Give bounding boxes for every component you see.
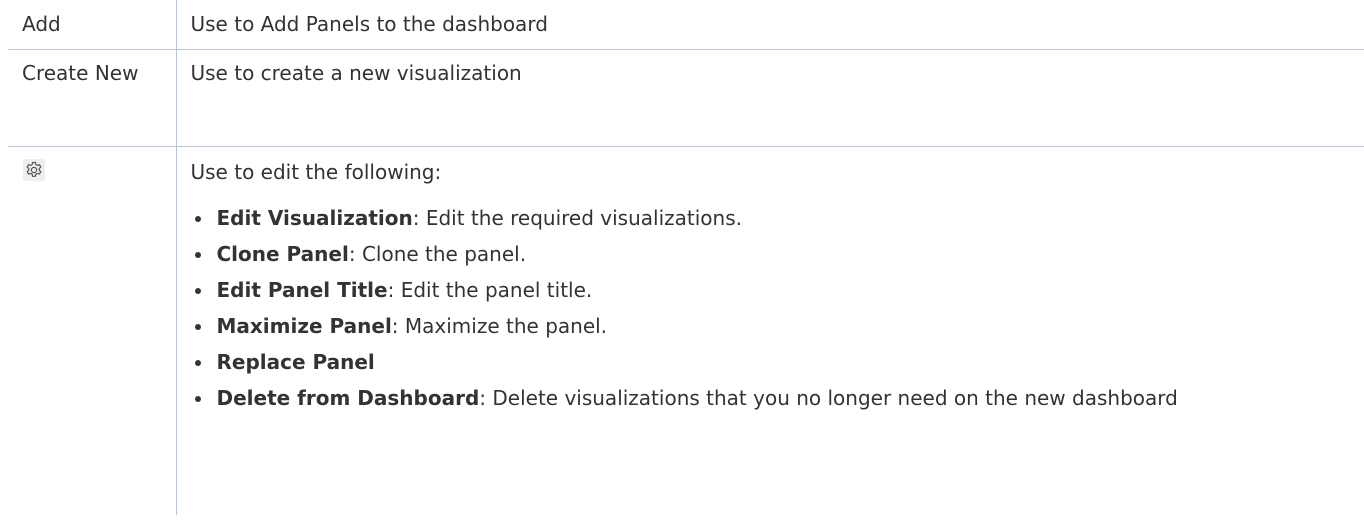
list-item: Replace Panel xyxy=(191,348,1355,377)
list-item-term: Edit Visualization xyxy=(216,206,413,230)
list-item-term: Maximize Panel xyxy=(216,314,392,338)
option-name-settings xyxy=(8,146,177,515)
list-item: Delete from Dashboard: Delete visualizat… xyxy=(191,384,1355,413)
list-item-text: Clone the panel. xyxy=(361,242,527,266)
table-row-create-new: Create New Use to create a new visualiza… xyxy=(8,49,1364,147)
list-item-text: Maximize the panel. xyxy=(404,314,608,338)
list-item: Edit Visualization: Edit the required vi… xyxy=(191,204,1355,233)
option-description-add: Use to Add Panels to the dashboard xyxy=(175,0,1364,50)
list-item-separator: : xyxy=(348,242,362,266)
option-name-add: Add xyxy=(8,0,177,50)
list-item-text: Edit the required visualizations. xyxy=(425,206,742,230)
list-item-separator: : xyxy=(479,386,493,410)
list-item: Clone Panel: Clone the panel. xyxy=(191,240,1355,269)
list-item-text: Delete visualizations that you no longer… xyxy=(492,386,1178,410)
list-item-separator: : xyxy=(391,314,405,338)
settings-option-list: Edit Visualization: Edit the required vi… xyxy=(191,204,1355,413)
option-description-settings: Use to edit the following: Edit Visualiz… xyxy=(175,146,1364,515)
list-item-term: Replace Panel xyxy=(216,350,375,374)
list-item-separator: : xyxy=(387,278,401,302)
settings-intro: Use to edit the following: xyxy=(190,160,442,184)
list-item-term: Clone Panel xyxy=(216,242,349,266)
list-item-term: Edit Panel Title xyxy=(216,278,388,302)
list-item: Edit Panel Title: Edit the panel title. xyxy=(191,276,1355,305)
list-item-text: Edit the panel title. xyxy=(400,278,593,302)
table-row-settings: Use to edit the following: Edit Visualiz… xyxy=(8,146,1364,515)
list-item-separator: : xyxy=(412,206,426,230)
list-item-term: Delete from Dashboard xyxy=(216,386,480,410)
list-item: Maximize Panel: Maximize the panel. xyxy=(191,312,1355,341)
gear-icon xyxy=(23,159,45,181)
option-description-create-new: Use to create a new visualization xyxy=(175,49,1364,147)
table-row-add: Add Use to Add Panels to the dashboard xyxy=(8,0,1364,50)
option-name-create-new: Create New xyxy=(8,49,177,147)
options-table: Add Use to Add Panels to the dashboard C… xyxy=(8,0,1364,515)
